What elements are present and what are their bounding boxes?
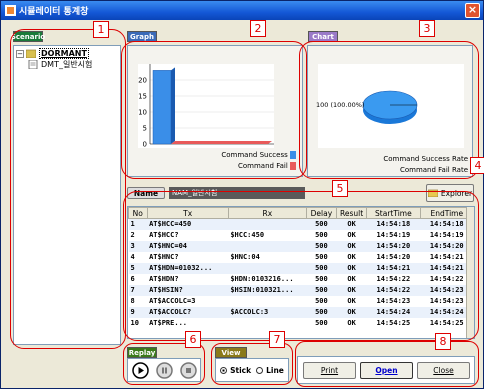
callout-outline-8	[295, 341, 479, 387]
callout-outline-7	[211, 343, 293, 385]
app-icon	[5, 5, 16, 16]
title-bar: 시뮬레이터 통계창 ×	[1, 1, 483, 20]
callout-5: 5	[332, 180, 348, 197]
callout-outline-1	[10, 29, 126, 349]
callout-3: 3	[419, 20, 435, 37]
close-window-button[interactable]: ×	[465, 3, 480, 18]
callout-7: 7	[269, 331, 285, 348]
callout-outline-6	[123, 343, 205, 385]
callout-2: 2	[250, 20, 266, 37]
callout-outline-5	[123, 191, 479, 341]
statistics-window: 시뮬레이터 통계창 × Scenario − DORMANT DMT_일반시험 …	[0, 0, 484, 389]
callout-1: 1	[93, 21, 109, 38]
callout-4: 4	[470, 157, 484, 174]
callout-8: 8	[435, 333, 451, 350]
window-title: 시뮬레이터 통계창	[19, 7, 89, 17]
callout-outline-2	[121, 41, 307, 179]
callout-6: 6	[185, 331, 201, 348]
callout-outline-3	[299, 41, 479, 179]
